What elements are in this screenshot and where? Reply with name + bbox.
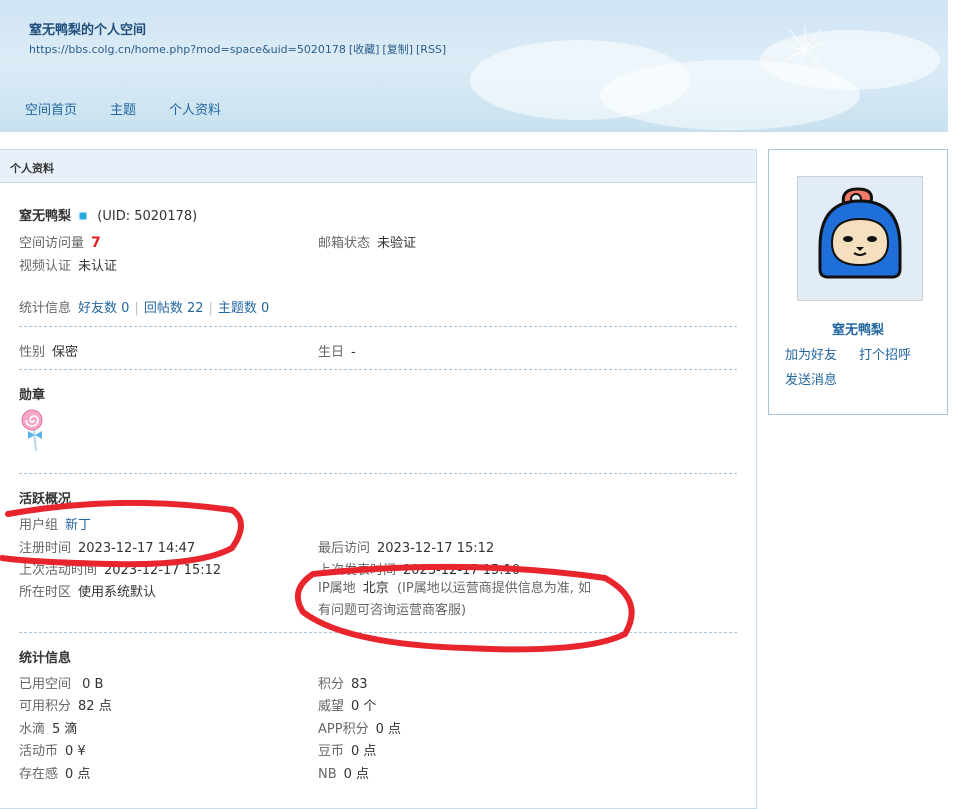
- gender-label: 性别: [19, 345, 46, 360]
- space-url[interactable]: https://bbs.colg.cn/home.php?mod=space&u…: [29, 43, 346, 56]
- app-points-value: 0 点: [375, 722, 401, 737]
- avatar[interactable]: [797, 176, 923, 301]
- app-points-label: APP积分: [318, 722, 369, 737]
- email-label: 邮箱状态: [318, 236, 371, 251]
- space-header: 窒无鸭梨的个人空间 https://bbs.colg.cn/home.php?m…: [0, 0, 948, 132]
- ip-label: IP属地: [318, 581, 356, 596]
- nav-profile[interactable]: 个人资料: [169, 99, 221, 118]
- user-card: 窒无鸭梨 加为好友 打个招呼 发送消息: [768, 149, 948, 415]
- usergroup-label: 用户组: [19, 518, 59, 533]
- available-points-value: 82 点: [78, 699, 112, 714]
- points-label: 积分: [318, 677, 345, 692]
- stats-label: 统计信息: [19, 301, 72, 316]
- favorite-link[interactable]: [收藏]: [349, 43, 380, 56]
- ip-note: (IP属地以运营商提供信息为准, 如: [396, 581, 591, 596]
- space-url-line: https://bbs.colg.cn/home.php?mod=space&u…: [29, 41, 449, 57]
- threads-count-link[interactable]: 主题数 0: [218, 301, 269, 316]
- available-points-label: 可用积分: [19, 699, 72, 714]
- greet-link[interactable]: 打个招呼: [859, 344, 911, 363]
- visits-label: 空间访问量: [19, 236, 85, 251]
- water-value: 5 滴: [52, 722, 78, 737]
- timezone-label: 所在时区: [19, 585, 72, 600]
- uid: (UID: 5020178): [97, 209, 198, 224]
- stats-title: 统计信息: [19, 651, 72, 666]
- used-space-value: 0 B: [82, 677, 104, 692]
- prestige-value: 0 个: [351, 699, 377, 714]
- copy-link[interactable]: [复制]: [382, 43, 413, 56]
- gender-value: 保密: [52, 345, 79, 360]
- timezone-value: 使用系统默认: [78, 585, 157, 600]
- panel-title: 个人资料: [0, 150, 756, 183]
- presence-label: 存在感: [19, 767, 59, 782]
- nav-threads[interactable]: 主题: [110, 99, 136, 118]
- dandelion-icon: [781, 26, 841, 86]
- register-value: 2023-12-17 14:47: [78, 541, 196, 556]
- water-label: 水滴: [19, 722, 46, 737]
- ip-value: 北京: [362, 581, 389, 596]
- divider: [19, 473, 737, 474]
- last-active-label: 上次活动时间: [19, 563, 98, 578]
- divider: [19, 369, 737, 370]
- bean-label: 豆币: [318, 744, 345, 759]
- register-label: 注册时间: [19, 541, 72, 556]
- video-value: 未认证: [78, 259, 118, 274]
- replies-count-link[interactable]: 回帖数 22: [144, 301, 204, 316]
- nb-value: 0 点: [343, 767, 370, 782]
- rss-link[interactable]: [RSS]: [416, 43, 446, 56]
- friends-count-link[interactable]: 好友数 0: [78, 301, 129, 316]
- last-post-label: 上次发表时间: [318, 563, 397, 578]
- coin-label: 活动币: [19, 744, 59, 759]
- last-visit-value: 2023-12-17 15:12: [377, 541, 495, 556]
- shiba-mascot-icon: [798, 177, 922, 300]
- space-nav: 空间首页 主题 个人资料: [25, 99, 221, 118]
- coin-value: 0 ¥: [65, 744, 86, 759]
- email-value: 未验证: [377, 236, 417, 251]
- ip-note-continued: 有问题可咨询运营商客服): [318, 603, 467, 618]
- online-status-icon: [79, 212, 88, 220]
- divider: |: [134, 301, 139, 316]
- send-message-link[interactable]: 发送消息: [785, 369, 837, 388]
- last-post-value: 2023-12-17 15:10: [403, 563, 521, 578]
- lollipop-medal-icon[interactable]: [20, 407, 46, 453]
- add-friend-link[interactable]: 加为好友: [785, 344, 837, 363]
- divider: [19, 326, 737, 327]
- birthday-value: -: [351, 345, 356, 360]
- sidebar-username[interactable]: 窒无鸭梨: [769, 319, 947, 338]
- points-value: 83: [351, 677, 368, 692]
- username: 窒无鸭梨: [19, 209, 72, 224]
- nb-label: NB: [318, 767, 337, 782]
- divider: |: [208, 301, 213, 316]
- visits-value: 7: [91, 235, 101, 251]
- used-space-label: 已用空间: [19, 677, 72, 692]
- last-active-value: 2023-12-17 15:12: [104, 563, 222, 578]
- last-visit-label: 最后访问: [318, 541, 371, 556]
- prestige-label: 威望: [318, 699, 345, 714]
- divider: [19, 632, 737, 633]
- birthday-label: 生日: [318, 345, 345, 360]
- space-title[interactable]: 窒无鸭梨的个人空间: [29, 19, 146, 38]
- presence-value: 0 点: [65, 767, 91, 782]
- activity-title: 活跃概况: [19, 492, 72, 507]
- nav-home[interactable]: 空间首页: [25, 99, 77, 118]
- video-label: 视频认证: [19, 259, 72, 274]
- bean-value: 0 点: [351, 744, 377, 759]
- medals-title: 勋章: [19, 388, 46, 403]
- profile-panel: 个人资料 窒无鸭梨 (UID: 5020178) 空间访问量 7 邮箱状态 未验证 …: [0, 149, 757, 809]
- usergroup-link[interactable]: 新丁: [65, 518, 91, 533]
